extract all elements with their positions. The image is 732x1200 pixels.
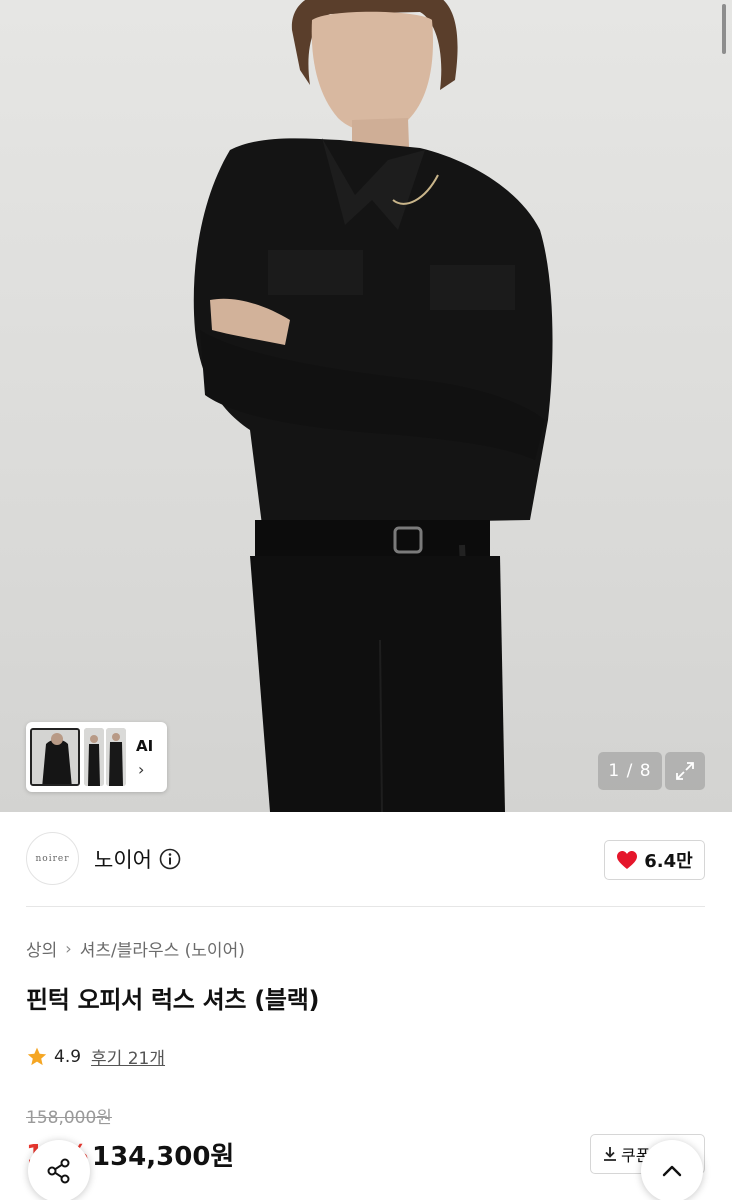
scroll-indicator[interactable] <box>722 4 726 54</box>
chevron-up-icon <box>662 1165 682 1177</box>
like-button[interactable]: 6.4만 <box>604 840 705 880</box>
share-button[interactable] <box>28 1140 90 1200</box>
product-title: 핀턱 오피서 럭스 셔츠 (블랙) <box>26 986 320 1014</box>
like-count: 6.4만 <box>644 851 693 872</box>
breadcrumb-item-shirts[interactable]: 셔츠/블라우스 (노이어) <box>80 936 245 961</box>
download-icon <box>604 1147 616 1161</box>
thumbnail-3[interactable] <box>106 728 126 786</box>
star-icon <box>27 1047 47 1065</box>
expand-icon <box>676 762 694 780</box>
breadcrumb: 상의 › 셔츠/블라우스 (노이어) <box>26 936 245 961</box>
thumbnail-1[interactable] <box>30 728 80 786</box>
info-icon[interactable] <box>159 848 181 870</box>
brand-name[interactable]: 노이어 <box>94 844 152 874</box>
product-photo <box>193 0 553 812</box>
expand-button[interactable] <box>665 752 705 790</box>
thumbnail-2[interactable] <box>84 728 104 786</box>
rating-row: 4.9 후기 21개 <box>26 1044 165 1069</box>
ai-label: AI <box>136 737 154 755</box>
ai-thumbnail-strip[interactable]: AI › <box>26 722 167 792</box>
brand-logo[interactable]: noirer <box>26 832 79 885</box>
heart-icon <box>617 851 638 869</box>
chevron-right-icon: › <box>138 760 145 779</box>
image-counter: 1 / 8 <box>598 752 662 790</box>
chevron-right-icon: › <box>65 939 72 958</box>
original-price: 158,000원 <box>26 1108 112 1128</box>
divider <box>26 906 705 907</box>
scroll-top-button[interactable] <box>641 1140 703 1200</box>
breadcrumb-item-top[interactable]: 상의 <box>26 936 57 961</box>
share-icon <box>47 1158 70 1184</box>
brand-logo-text: noirer <box>35 853 70 864</box>
sale-price: 134,300원 <box>92 1142 235 1172</box>
review-link[interactable]: 후기 21개 <box>91 1044 165 1069</box>
rating-score: 4.9 <box>54 1046 82 1067</box>
product-image-gallery[interactable]: AI › 1 / 8 <box>0 0 732 812</box>
